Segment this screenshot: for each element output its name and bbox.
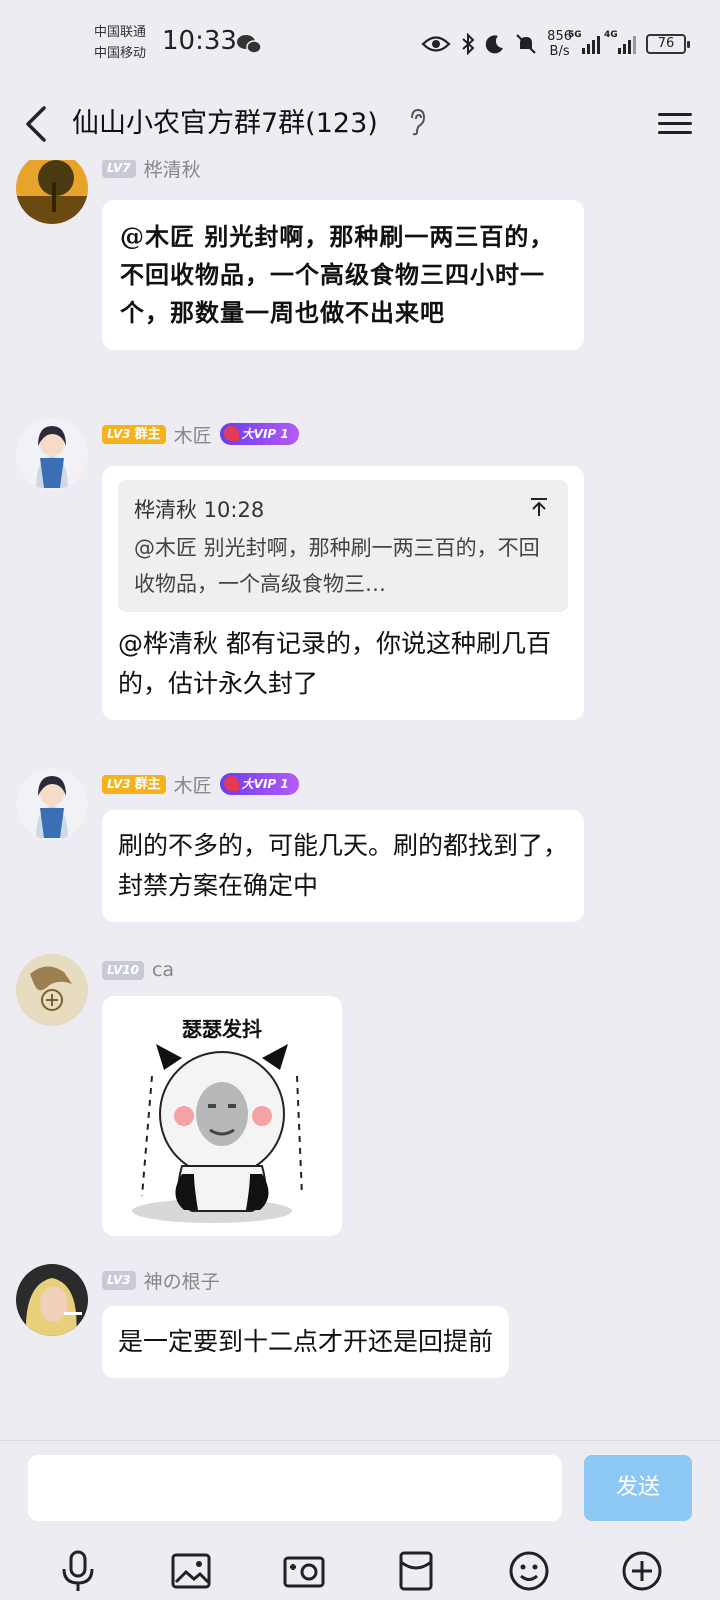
more-button[interactable] <box>618 1547 666 1595</box>
ear-icon[interactable] <box>408 108 426 136</box>
send-button[interactable]: 发送 <box>584 1455 692 1521</box>
level-badge: LV3 <box>107 426 131 441</box>
sender-name[interactable]: 木匠 <box>174 421 212 448</box>
vip-badge: 大VIP 1 <box>219 423 299 445</box>
carrier-2: 中国移动 <box>94 46 147 61</box>
avatar[interactable] <box>16 418 88 490</box>
chat-header: 仙山小农官方群7群(123) <box>0 88 720 160</box>
owner-badge: LV3 群主 <box>102 774 166 794</box>
status-bar: 中国联通 中国移动 10:33 856 B/s 5G 4G 76 <box>0 0 720 88</box>
photo-button[interactable] <box>167 1547 215 1595</box>
plus-circle-icon <box>622 1551 662 1591</box>
message-item: LV3 神の根子 是一定要到十二点才开还是回提前 <box>0 1264 720 1424</box>
message-item: LV10 ca 瑟瑟发抖 <box>0 954 720 1244</box>
quote-author-time: 桦清秋 10:28 <box>134 498 265 522</box>
input-bar: 发送 <box>0 1440 720 1600</box>
signal-5g-icon: 5G <box>568 30 600 54</box>
carrier-1: 中国联通 <box>94 25 147 40</box>
sender-meta: LV10 ca <box>102 958 174 982</box>
toolbar <box>0 1545 720 1597</box>
avatar[interactable] <box>16 954 88 1026</box>
menu-icon[interactable] <box>658 108 692 142</box>
carrier-info: 中国联通 中国移动 <box>94 22 160 64</box>
wechat-notification-icon <box>237 35 262 54</box>
role-label: 群主 <box>134 426 161 442</box>
emoji-button[interactable] <box>505 1547 553 1595</box>
sender-name[interactable]: ca <box>152 959 174 981</box>
level-badge: LV3 <box>107 776 131 791</box>
red-packet-button[interactable] <box>392 1547 440 1595</box>
signal-tag-4g: 4G <box>604 30 618 40</box>
smiley-icon <box>509 1551 549 1591</box>
vip-badge: 大VIP 1 <box>219 773 299 795</box>
owner-badge: LV3 群主 <box>102 424 166 444</box>
avatar[interactable] <box>16 768 88 840</box>
level-badge: LV7 <box>102 160 136 178</box>
camera-icon <box>283 1556 325 1588</box>
eye-icon <box>421 36 451 52</box>
back-arrow-icon[interactable] <box>20 102 54 146</box>
sender-meta: LV3 群主 木匠 大VIP 1 <box>102 421 299 448</box>
sender-meta: LV3 群主 木匠 大VIP 1 <box>102 771 299 798</box>
battery-icon: 76 <box>646 34 690 54</box>
level-badge: LV3 <box>102 1270 136 1290</box>
image-icon <box>171 1553 211 1589</box>
message-item: LV3 群主 木匠 大VIP 1 桦清秋 10:28 @木匠 别光封啊，那种刷一… <box>0 418 720 748</box>
avatar[interactable] <box>16 160 88 224</box>
sender-name[interactable]: 桦清秋 <box>144 160 201 182</box>
message-text: @桦清秋 都有记录的，你说这种刷几百的，估计永久封了 <box>118 629 551 698</box>
status-icons: 856 B/s 5G 4G 76 <box>421 24 690 64</box>
microphone-icon <box>62 1550 94 1591</box>
red-packet-icon <box>399 1551 433 1591</box>
sender-name[interactable]: 木匠 <box>174 771 212 798</box>
message-item: LV3 群主 木匠 大VIP 1 刷的不多的，可能几天。刷的都找到了，封禁方案在… <box>0 768 720 938</box>
voice-button[interactable] <box>54 1547 102 1595</box>
mute-bell-icon <box>516 34 536 54</box>
level-badge: LV10 <box>102 960 144 980</box>
sender-meta: LV7 桦清秋 <box>102 160 201 182</box>
message-bubble[interactable]: 桦清秋 10:28 @木匠 别光封啊，那种刷一两三百的，不回收物品，一个高级食物… <box>102 466 584 720</box>
page-title[interactable]: 仙山小农官方群7群(123) <box>72 102 378 146</box>
panda-sticker-image <box>132 1044 303 1223</box>
message-input[interactable] <box>28 1455 562 1521</box>
signal-tag-5g: 5G <box>568 30 582 40</box>
pin-to-top-icon[interactable] <box>528 496 550 518</box>
sender-meta: LV3 神の根子 <box>102 1267 220 1294</box>
message-bubble[interactable]: 刷的不多的，可能几天。刷的都找到了，封禁方案在确定中 <box>102 810 584 922</box>
camera-button[interactable] <box>280 1547 328 1595</box>
bluetooth-icon <box>462 33 475 55</box>
quote-text: @木匠 别光封啊，那种刷一两三百的，不回收物品，一个高级食物三… <box>134 536 540 596</box>
message-bubble[interactable]: @木匠 别光封啊，那种刷一两三百的，不回收物品，一个高级食物三四小时一个，那数量… <box>102 200 584 350</box>
message-item: LV7 桦清秋 @木匠 别光封啊，那种刷一两三百的，不回收物品，一个高级食物三四… <box>0 160 720 390</box>
quoted-message[interactable]: 桦清秋 10:28 @木匠 别光封啊，那种刷一两三百的，不回收物品，一个高级食物… <box>118 480 568 612</box>
moon-icon <box>485 35 504 54</box>
sticker-message[interactable]: 瑟瑟发抖 <box>102 996 342 1236</box>
message-bubble[interactable]: 是一定要到十二点才开还是回提前 <box>102 1306 510 1378</box>
avatar[interactable] <box>16 1264 88 1336</box>
role-label: 群主 <box>134 776 161 792</box>
signal-4g-icon: 4G <box>604 30 636 54</box>
sender-name[interactable]: 神の根子 <box>144 1267 220 1294</box>
net-speed-unit: B/s <box>549 44 570 59</box>
clock: 10:33 <box>162 26 237 56</box>
chat-message-list[interactable]: LV7 桦清秋 @木匠 别光封啊，那种刷一两三百的，不回收物品，一个高级食物三四… <box>0 160 720 1440</box>
